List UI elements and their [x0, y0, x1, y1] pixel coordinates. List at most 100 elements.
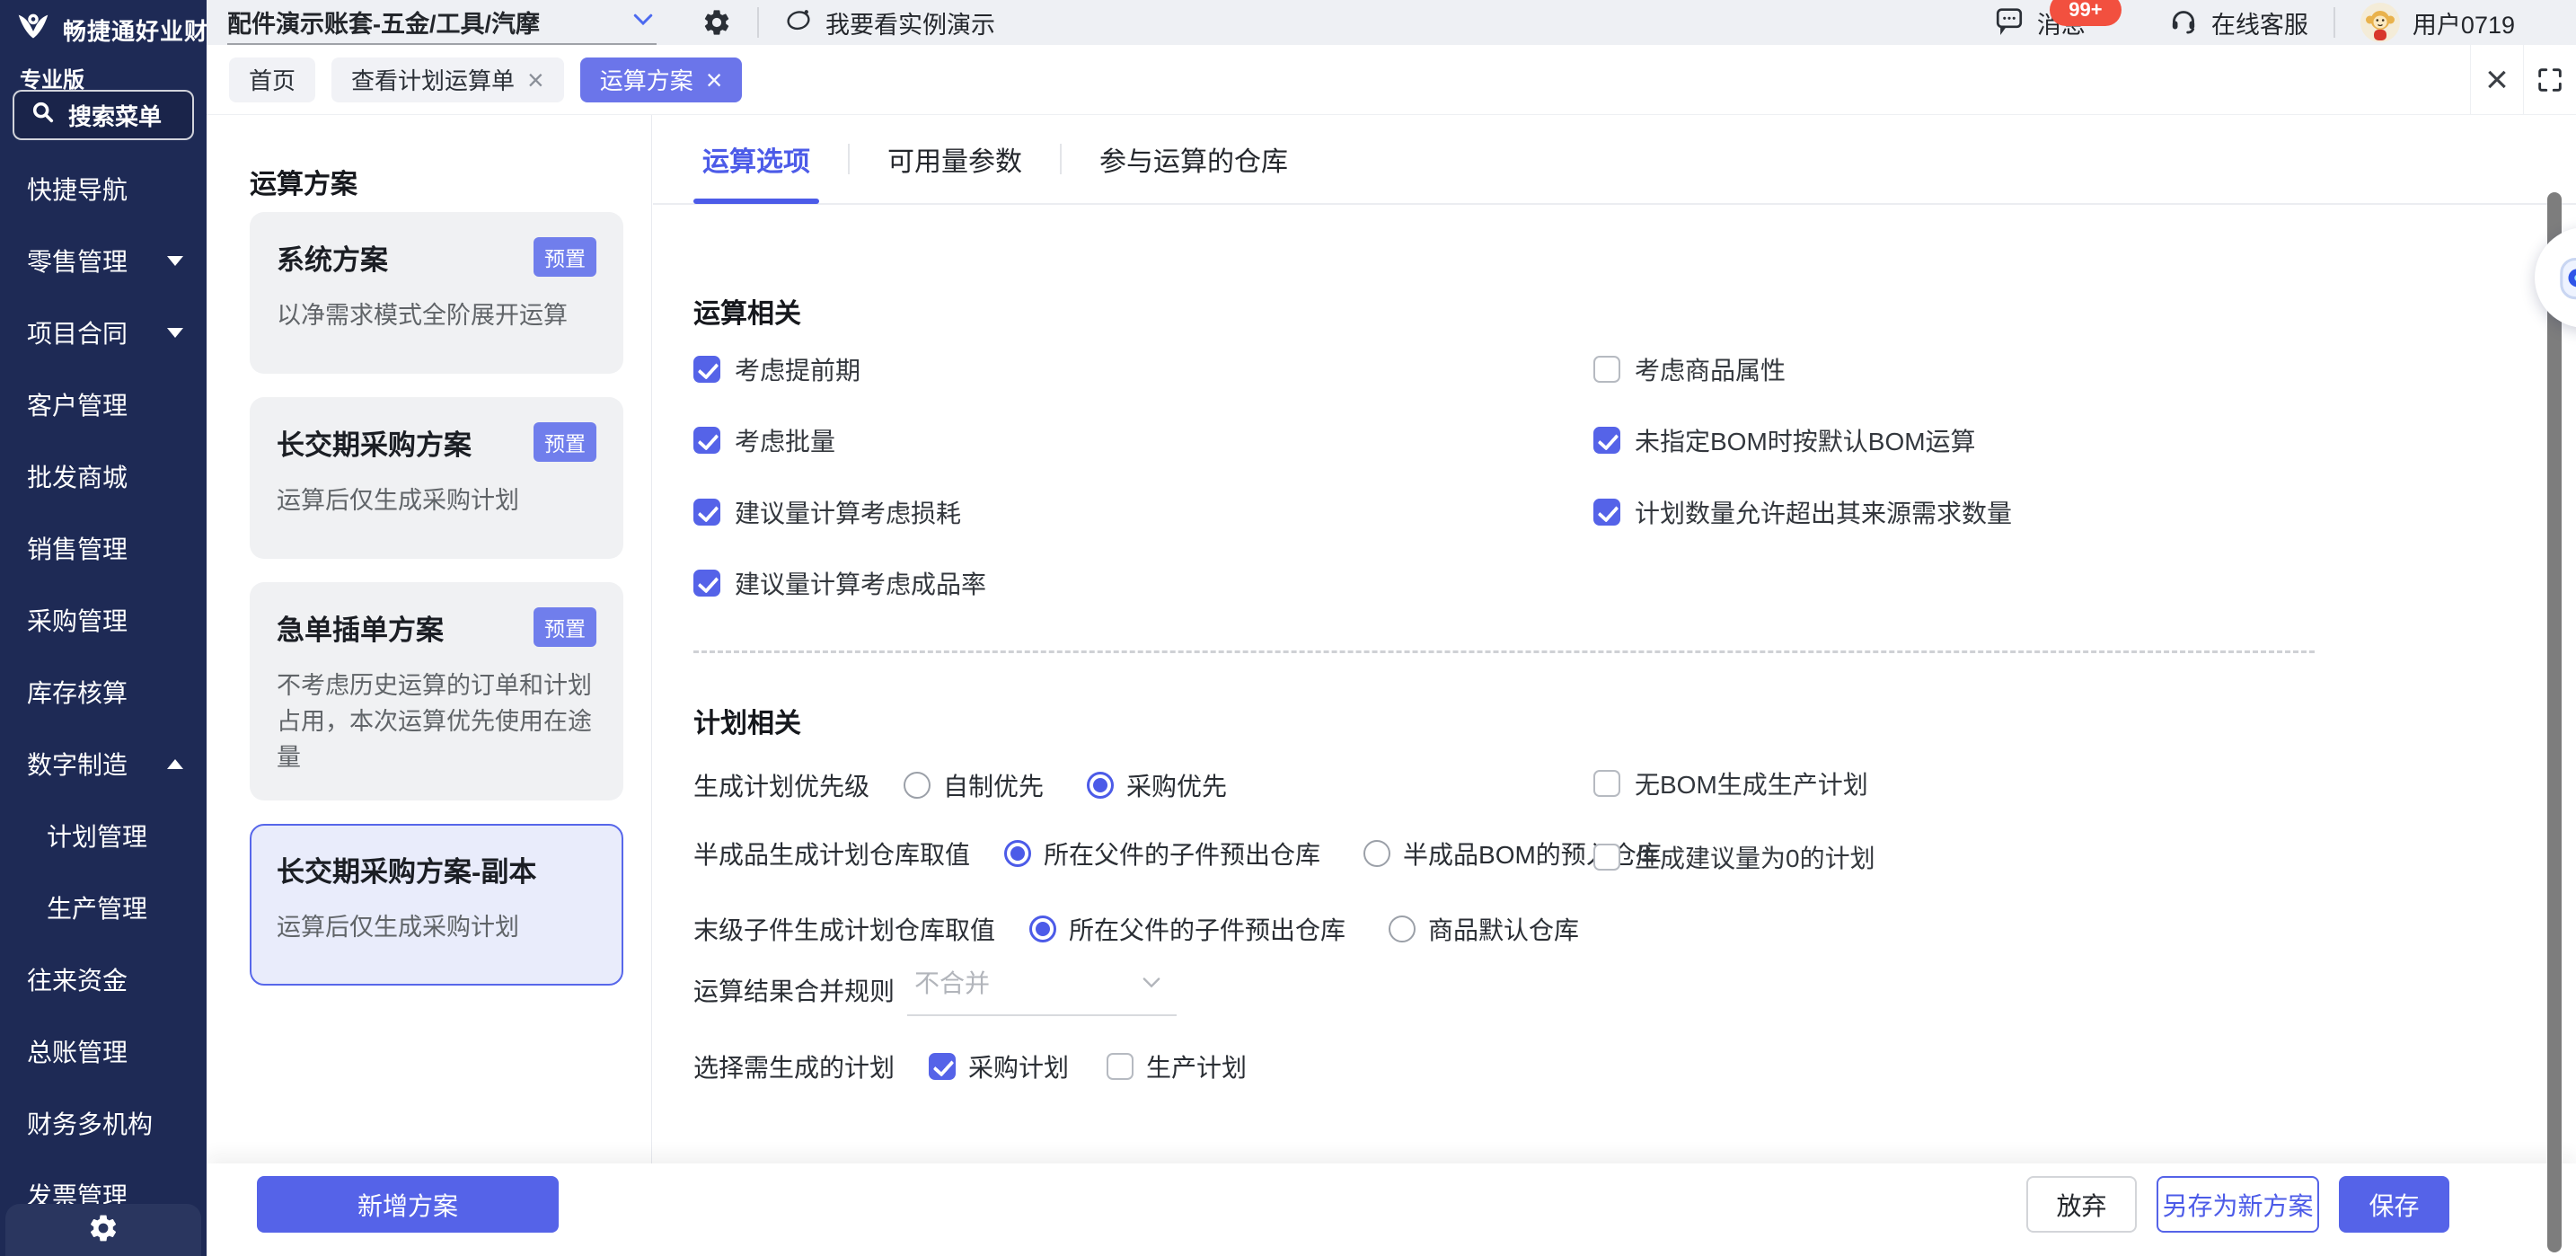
- checkbox-no-bom-production-plan[interactable]: 无BOM生成生产计划: [1593, 765, 1868, 801]
- checkbox-purchase-plan[interactable]: 采购计划: [929, 1048, 1069, 1084]
- topbar-divider: [757, 7, 759, 38]
- preset-badge: 预置: [534, 237, 596, 277]
- page-tab-bar: 首页 查看计划运算单 × 运算方案 × ×: [207, 45, 2576, 115]
- checkbox-consider-leadtime[interactable]: 考虑提前期: [693, 351, 860, 387]
- checkbox-exceed-source-demand[interactable]: 计划数量允许超出其来源需求数量: [1593, 494, 2012, 530]
- radio-self-made-first[interactable]: 自制优先: [904, 767, 1044, 803]
- checkbox[interactable]: [693, 356, 720, 383]
- radio-parent-child-outbound-warehouse[interactable]: 所在父件的子件预出仓库: [1029, 911, 1345, 947]
- sidebar-item-project-contract[interactable]: 项目合同: [0, 296, 207, 368]
- checkbox-consider-product-attr[interactable]: 考虑商品属性: [1593, 351, 1786, 387]
- sidebar-item-digital-manufacturing[interactable]: 数字制造: [0, 728, 207, 800]
- save-button[interactable]: 保存: [2339, 1176, 2449, 1233]
- sidebar-item-plan-management[interactable]: 计划管理: [0, 800, 207, 871]
- checkbox-suggest-loss[interactable]: 建议量计算考虑损耗: [693, 494, 961, 530]
- checkbox[interactable]: [1593, 499, 1620, 526]
- checkbox[interactable]: [693, 499, 720, 526]
- tab-participating-warehouses[interactable]: 参与运算的仓库: [1099, 114, 1288, 204]
- scheme-card-rush-order[interactable]: 急单插单方案 预置 不考虑历史运算的订单和计划占用，本次运算优先使用在途量: [250, 582, 623, 800]
- vertical-scrollbar[interactable]: [2547, 192, 2562, 1252]
- checkbox[interactable]: [1593, 770, 1620, 797]
- sidebar-item-inventory[interactable]: 库存核算: [0, 656, 207, 728]
- avatar[interactable]: [2360, 3, 2400, 42]
- sidebar-settings-button[interactable]: [5, 1204, 201, 1256]
- checkbox[interactable]: [1593, 427, 1620, 454]
- checkbox[interactable]: [929, 1053, 956, 1080]
- radio-purchase-first[interactable]: 采购优先: [1087, 767, 1227, 803]
- scheme-card-system[interactable]: 系统方案 预置 以净需求模式全阶展开运算: [250, 212, 623, 374]
- menu-search-input[interactable]: 搜索菜单: [13, 90, 194, 140]
- radio-product-default-warehouse[interactable]: 商品默认仓库: [1389, 911, 1579, 947]
- sidebar-item-quick-nav[interactable]: 快捷导航: [0, 153, 207, 225]
- checkbox-production-plan[interactable]: 生产计划: [1107, 1048, 1247, 1084]
- tab-home[interactable]: 首页: [229, 57, 315, 102]
- checkbox[interactable]: [1107, 1053, 1134, 1080]
- sidebar-item-production-management[interactable]: 生产管理: [0, 871, 207, 943]
- radio-dot[interactable]: [1029, 915, 1056, 942]
- radio-dot[interactable]: [1389, 915, 1416, 942]
- checkbox[interactable]: [693, 427, 720, 454]
- checkbox[interactable]: [693, 570, 720, 597]
- sidebar-item-label: 总账管理: [27, 1033, 128, 1069]
- scheme-card-long-leadtime[interactable]: 长交期采购方案 预置 运算后仅生成采购计划: [250, 397, 623, 559]
- account-switcher[interactable]: 配件演示账套-五金/工具/汽摩: [227, 0, 657, 45]
- tab-availability-params[interactable]: 可用量参数: [887, 114, 1022, 204]
- sidebar-item-label: 往来资金: [27, 961, 128, 997]
- section-plan-title: 计划相关: [693, 701, 801, 740]
- fullscreen-button[interactable]: [2524, 45, 2576, 115]
- checkbox[interactable]: [1593, 356, 1620, 383]
- checkbox-suggest-yield[interactable]: 建议量计算考虑成品率: [693, 565, 986, 601]
- panel-title: 运算方案: [250, 162, 357, 201]
- sidebar-item-sales[interactable]: 销售管理: [0, 512, 207, 584]
- tab-calc-options[interactable]: 运算选项: [702, 114, 810, 204]
- radio-dot[interactable]: [904, 772, 931, 799]
- checkbox-label: 生成建议量为0的计划: [1635, 839, 1875, 875]
- row-semi-finished-warehouse: 半成品生成计划仓库取值 所在父件的子件预出仓库 半成品BOM的预入仓库: [693, 834, 1705, 873]
- tab-calc-scheme[interactable]: 运算方案 ×: [580, 57, 743, 102]
- demo-link[interactable]: 我要看实例演示: [784, 5, 995, 40]
- sidebar-item-general-ledger[interactable]: 总账管理: [0, 1015, 207, 1087]
- sidebar-item-customer[interactable]: 客户管理: [0, 368, 207, 440]
- add-scheme-button[interactable]: 新增方案: [257, 1176, 559, 1233]
- checkbox-default-bom[interactable]: 未指定BOM时按默认BOM运算: [1593, 422, 1976, 458]
- radio-dot[interactable]: [1363, 840, 1390, 867]
- checkbox-label: 考虑提前期: [735, 351, 860, 387]
- sidebar-item-wholesale-mall[interactable]: 批发商城: [0, 440, 207, 512]
- close-page-button[interactable]: ×: [2471, 45, 2523, 115]
- close-icon[interactable]: ×: [527, 66, 544, 94]
- sidebar-item-purchase[interactable]: 采购管理: [0, 584, 207, 656]
- scheme-card-desc: 运算后仅生成采购计划: [277, 482, 596, 518]
- scheme-card-title: 系统方案: [277, 237, 388, 278]
- checkbox-consider-batch[interactable]: 考虑批量: [693, 422, 835, 458]
- merge-rule-select[interactable]: 不合并: [907, 964, 1177, 1016]
- tab-view-plan-calc-order[interactable]: 查看计划运算单 ×: [331, 57, 564, 102]
- preset-badge: 预置: [534, 422, 596, 462]
- sidebar-menu: 快捷导航 零售管理 项目合同 客户管理 批发商城 销售管理 采购管理 库存核算 …: [0, 153, 207, 1231]
- sidebar-item-finance-multi-org[interactable]: 财务多机构: [0, 1087, 207, 1159]
- section-calc-title: 运算相关: [693, 291, 801, 331]
- scheme-card-desc: 运算后仅生成采购计划: [277, 909, 596, 945]
- divider: [848, 144, 850, 174]
- divider: [1060, 144, 1062, 174]
- discard-button[interactable]: 放弃: [2026, 1176, 2137, 1233]
- scheme-card-long-leadtime-copy[interactable]: 长交期采购方案-副本 运算后仅生成采购计划: [250, 824, 623, 986]
- sidebar-item-funds[interactable]: 往来资金: [0, 943, 207, 1015]
- sidebar-item-label: 批发商城: [27, 458, 128, 494]
- radio-dot[interactable]: [1004, 840, 1031, 867]
- sidebar-item-retail[interactable]: 零售管理: [0, 225, 207, 296]
- save-as-new-scheme-button[interactable]: 另存为新方案: [2157, 1176, 2319, 1233]
- checkbox[interactable]: [1593, 844, 1620, 871]
- radio-parent-child-outbound-warehouse[interactable]: 所在父件的子件预出仓库: [1004, 836, 1320, 871]
- support-label: 在线客服: [2211, 5, 2308, 40]
- radio-dot[interactable]: [1087, 772, 1114, 799]
- close-icon[interactable]: ×: [706, 66, 723, 94]
- messages-button[interactable]: 消息 99+: [1994, 4, 2086, 41]
- settings-gear-button[interactable]: [701, 7, 732, 38]
- checkbox-generate-zero-suggest[interactable]: 生成建议量为0的计划: [1593, 839, 1875, 875]
- sidebar-item-label: 采购管理: [27, 602, 128, 638]
- row-label: 选择需生成的计划: [693, 1048, 895, 1084]
- row-generate-plans: 选择需生成的计划 采购计划 生产计划: [693, 1047, 1284, 1086]
- support-button[interactable]: 在线客服: [2168, 4, 2308, 41]
- radio-label: 所在父件的子件预出仓库: [1044, 836, 1320, 871]
- radio-label: 商品默认仓库: [1428, 911, 1579, 947]
